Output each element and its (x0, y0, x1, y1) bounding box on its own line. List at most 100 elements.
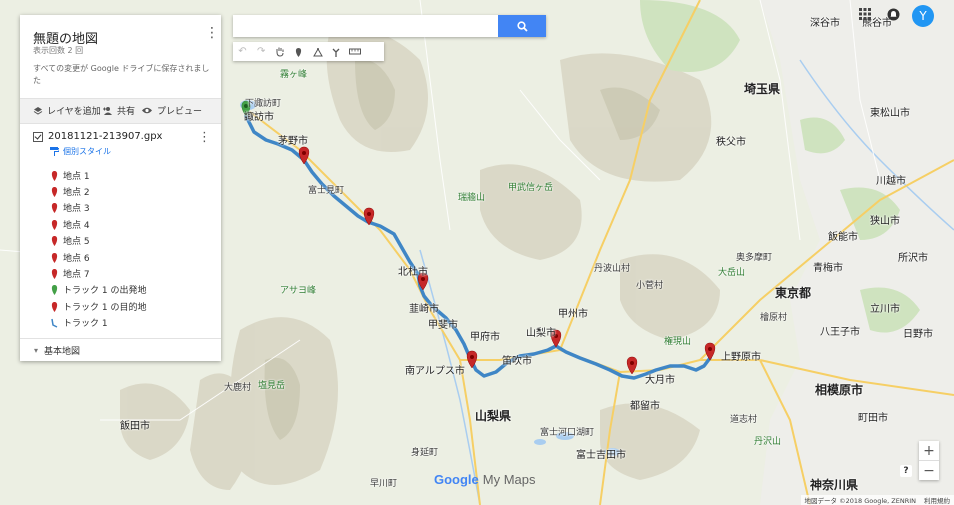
map-label: 甲州市 (558, 309, 588, 320)
list-item[interactable]: 地点 6 (51, 249, 146, 265)
map-label: 北杜市 (398, 267, 428, 278)
marker-icon[interactable] (289, 42, 308, 61)
list-item[interactable]: トラック 1 の目的地 (51, 298, 146, 314)
layer-name[interactable]: 20181121-213907.gpx (48, 131, 162, 142)
draw-line-icon[interactable] (308, 42, 327, 61)
list-item[interactable]: 地点 1 (51, 167, 146, 183)
map-toolbar: ↶ ↷ (233, 42, 384, 61)
map-label: 富士吉田市 (576, 450, 626, 461)
map-label: 飯田市 (120, 421, 150, 432)
map-label: 日野市 (903, 329, 933, 340)
help-button[interactable]: ? (900, 465, 912, 477)
zoom-out-button[interactable]: − (919, 461, 939, 480)
style-link[interactable]: 個別スタイル (50, 146, 111, 157)
red-pin-icon (51, 236, 58, 247)
map-label: 大岳山 (718, 268, 746, 278)
map-label: 甲斐市 (428, 320, 458, 331)
map-label: 権現山 (664, 337, 692, 347)
map-label: 青梅市 (813, 263, 843, 274)
map-label: 富士河口湖町 (540, 428, 595, 438)
map-options-kebab-icon[interactable]: ⋮ (205, 26, 219, 40)
list-item[interactable]: トラック 1 の出発地 (51, 282, 146, 298)
share-button[interactable]: 共有 (102, 104, 135, 117)
map-label: 笛吹市 (502, 356, 532, 367)
map-label: 塩見岳 (258, 381, 286, 391)
map-label: 立川市 (870, 304, 900, 315)
save-status: すべての変更が Google ドライブに保存されました (33, 64, 210, 85)
list-item-label: トラック 1 の目的地 (63, 302, 147, 313)
map-label: 富士見町 (308, 186, 345, 196)
list-item-label: 地点 3 (63, 204, 90, 215)
red-pin-icon (51, 301, 58, 312)
zoom-in-button[interactable]: + (919, 441, 939, 461)
view-count: 表示回数 2 回 (33, 46, 84, 55)
map-label: 秩父市 (716, 137, 746, 148)
notifications-icon[interactable] (886, 7, 900, 21)
list-item-label: 地点 1 (63, 171, 90, 182)
hand-icon[interactable] (271, 42, 290, 61)
map-label: 大月市 (645, 375, 675, 386)
apps-grid-icon[interactable] (858, 7, 872, 21)
list-item-label: 地点 7 (63, 270, 90, 281)
panel-actions: レイヤを追加 共有 プレビュー (20, 98, 221, 124)
red-pin-icon (51, 252, 58, 263)
list-item[interactable]: 地点 4 (51, 216, 146, 232)
add-layer-button[interactable]: レイヤを追加 (33, 104, 101, 117)
map-label: 甲武信ヶ岳 (508, 183, 554, 193)
list-item[interactable]: 地点 2 (51, 183, 146, 199)
map-label: 諏訪市 (244, 112, 274, 123)
terms-link[interactable]: 利用規約 (924, 495, 950, 505)
map-label: 上野原市 (721, 352, 761, 363)
red-pin-icon (51, 269, 58, 280)
add-person-icon (103, 106, 112, 115)
map-label: 神奈川県 (810, 478, 859, 492)
map-label: 道志村 (730, 415, 758, 425)
layer-options-kebab-icon[interactable]: ⋮ (198, 130, 211, 145)
map-label: 深谷市 (810, 18, 840, 29)
style-label: 個別スタイル (63, 147, 111, 156)
preview-button[interactable]: プレビュー (141, 104, 202, 117)
list-item[interactable]: 地点 3 (51, 200, 146, 216)
layer-header[interactable]: 20181121-213907.gpx (33, 131, 162, 142)
red-pin-icon (51, 187, 58, 198)
map-label: 南アルプス市 (405, 366, 465, 377)
add-layer-label: レイヤを追加 (47, 107, 101, 117)
red-pin-icon (51, 219, 58, 230)
map-label: 東松山市 (870, 108, 910, 119)
map-label: 狭山市 (870, 216, 900, 227)
map-label: 韮崎市 (409, 304, 439, 315)
preview-label: プレビュー (157, 107, 203, 117)
map-label: 山梨市 (526, 328, 556, 339)
track-line-icon (51, 319, 58, 328)
google-my-maps-logo: Google My Maps (434, 472, 536, 487)
map-label: 身延町 (411, 448, 439, 458)
layer-visibility-checkbox[interactable] (33, 131, 43, 142)
my-maps-wordmark: My Maps (482, 472, 536, 487)
redo-icon[interactable]: ↷ (252, 42, 271, 61)
map-label: 所沢市 (898, 253, 928, 264)
list-item[interactable]: 地点 5 (51, 233, 146, 249)
list-item[interactable]: 地点 7 (51, 265, 146, 281)
map-label: 小菅村 (636, 281, 664, 291)
red-pin-icon (51, 170, 58, 181)
list-item-label: トラック 1 の出発地 (63, 286, 147, 297)
search-button[interactable] (498, 15, 546, 37)
directions-icon[interactable] (327, 42, 346, 61)
account-avatar[interactable]: Y (912, 5, 934, 27)
chevron-down-icon: ▾ (34, 345, 39, 355)
red-pin-icon (51, 203, 58, 214)
undo-icon[interactable]: ↶ (233, 42, 252, 61)
map-label: 早川町 (370, 479, 398, 489)
list-item[interactable]: トラック 1 (51, 315, 146, 331)
map-footer: 地図データ ©2018 Google, ZENRIN 利用規約 (800, 495, 954, 505)
ruler-icon[interactable] (346, 42, 365, 61)
map-label: 川越市 (876, 176, 906, 187)
map-label: 相模原市 (815, 383, 864, 397)
list-item-label: 地点 6 (63, 253, 90, 264)
paint-roller-icon (50, 147, 59, 156)
zoom-control: + − (919, 441, 939, 480)
search-input[interactable] (239, 18, 493, 36)
map-label: アサヨ峰 (280, 286, 317, 296)
base-map-toggle[interactable]: ▾ 基本地図 (20, 338, 221, 361)
map-label: 飯能市 (828, 232, 858, 243)
